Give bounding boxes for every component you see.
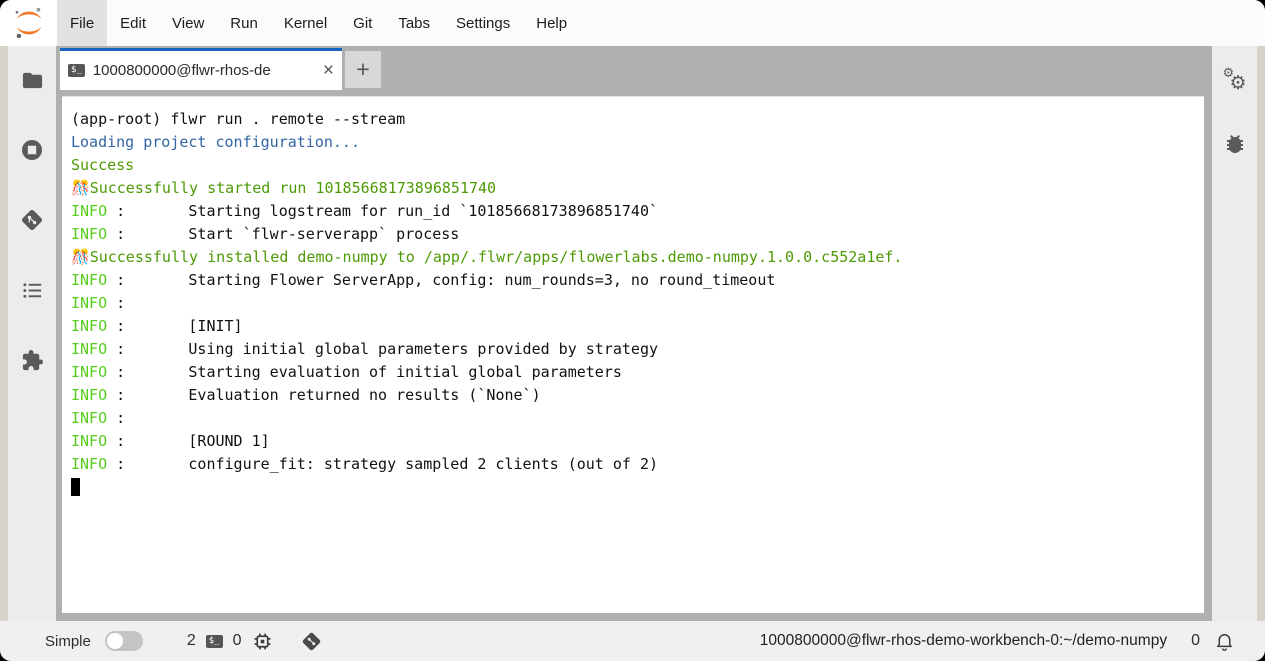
menu-item-run[interactable]: Run bbox=[217, 0, 271, 46]
menu-item-view[interactable]: View bbox=[159, 0, 217, 46]
jupyter-logo-icon bbox=[11, 4, 47, 42]
menu-item-settings[interactable]: Settings bbox=[443, 0, 523, 46]
sidebar-item-file-browser[interactable] bbox=[20, 68, 44, 92]
notifications-count: 0 bbox=[1191, 632, 1200, 650]
menu-bar-items: FileEditViewRunKernelGitTabsSettingsHelp bbox=[57, 0, 580, 46]
new-tab-button[interactable]: + bbox=[345, 51, 381, 88]
list-icon bbox=[21, 279, 44, 302]
terminal-line: Success bbox=[71, 154, 1195, 177]
tab-bar: $_ 1000800000@flwr-rhos-de × + bbox=[56, 46, 1212, 90]
git-icon bbox=[20, 208, 44, 232]
terminal-status-icon: $_ bbox=[206, 635, 223, 648]
plus-icon: + bbox=[356, 56, 369, 83]
terminal-line: INFO : Evaluation returned no results (`… bbox=[71, 384, 1195, 407]
menu-item-kernel[interactable]: Kernel bbox=[271, 0, 340, 46]
terminal-line: 🎊Successfully started run 10185668173896… bbox=[71, 177, 1195, 200]
window-right-edge bbox=[1257, 46, 1265, 621]
kernel-chip-icon bbox=[252, 631, 273, 652]
sessions-status[interactable]: 2 $_ 0 bbox=[187, 631, 273, 652]
menu-item-git[interactable]: Git bbox=[340, 0, 385, 46]
sidebar-item-debugger[interactable] bbox=[1223, 132, 1247, 156]
app-logo[interactable] bbox=[0, 0, 57, 46]
folder-icon bbox=[21, 69, 44, 92]
terminal-line: INFO : Starting Flower ServerApp, config… bbox=[71, 269, 1195, 292]
puzzle-icon bbox=[21, 349, 44, 372]
terminal-line: (app-root) flwr run . remote --stream bbox=[71, 108, 1195, 131]
sidebar-item-property-inspector[interactable]: ⚙⚙ bbox=[1223, 70, 1247, 94]
bell-icon bbox=[1214, 630, 1235, 652]
main-dock: $_ 1000800000@flwr-rhos-de × + (app-root… bbox=[56, 46, 1212, 621]
workspace: $_ 1000800000@flwr-rhos-de × + (app-root… bbox=[0, 46, 1265, 621]
terminal-line: INFO : configure_fit: strategy sampled 2… bbox=[71, 453, 1195, 476]
status-bar: Simple 2 $_ 0 1000800000@flwr-rhos-demo-… bbox=[0, 621, 1265, 661]
terminal-tab-title: 1000800000@flwr-rhos-de bbox=[93, 62, 315, 79]
notifications-button[interactable] bbox=[1214, 630, 1235, 652]
terminal-panel[interactable]: (app-root) flwr run . remote --streamLoa… bbox=[62, 96, 1204, 613]
sidebar-item-git[interactable] bbox=[20, 208, 44, 232]
right-sidebar: ⚙⚙ bbox=[1212, 46, 1257, 621]
terminal-line: INFO : bbox=[71, 292, 1195, 315]
gears-icon: ⚙⚙ bbox=[1223, 69, 1247, 95]
terminal-line: INFO : Starting logstream for run_id `10… bbox=[71, 200, 1195, 223]
menu-item-file[interactable]: File bbox=[57, 0, 107, 46]
menu-bar: FileEditViewRunKernelGitTabsSettingsHelp bbox=[0, 0, 1265, 46]
sidebar-item-extensions[interactable] bbox=[20, 348, 44, 372]
menu-item-help[interactable]: Help bbox=[523, 0, 580, 46]
stop-circle-icon bbox=[20, 138, 44, 162]
toggle-knob bbox=[107, 633, 123, 649]
sidebar-item-table-of-contents[interactable] bbox=[20, 278, 44, 302]
terminal-line: INFO : bbox=[71, 407, 1195, 430]
simple-mode-toggle[interactable] bbox=[105, 631, 143, 651]
terminal-line: INFO : Start `flwr-serverapp` process bbox=[71, 223, 1195, 246]
terminal-line bbox=[71, 476, 1195, 499]
jupyterlab-window: FileEditViewRunKernelGitTabsSettingsHelp bbox=[0, 0, 1265, 661]
git-status[interactable] bbox=[301, 631, 322, 652]
terminal-line: INFO : [ROUND 1] bbox=[71, 430, 1195, 453]
terminal-tab-icon: $_ bbox=[68, 64, 85, 77]
menu-item-tabs[interactable]: Tabs bbox=[385, 0, 443, 46]
bug-icon bbox=[1223, 132, 1247, 156]
git-status-icon bbox=[301, 631, 322, 652]
terminal-line: INFO : [INIT] bbox=[71, 315, 1195, 338]
terminal-tab[interactable]: $_ 1000800000@flwr-rhos-de × bbox=[60, 48, 342, 90]
terminal-output[interactable]: (app-root) flwr run . remote --streamLoa… bbox=[71, 108, 1195, 499]
terminal-cursor bbox=[71, 478, 80, 496]
window-left-edge bbox=[0, 46, 8, 621]
left-sidebar bbox=[8, 46, 56, 621]
terminal-line: INFO : Using initial global parameters p… bbox=[71, 338, 1195, 361]
terminal-line: INFO : Starting evaluation of initial gl… bbox=[71, 361, 1195, 384]
kernels-count: 0 bbox=[233, 632, 242, 650]
terminal-line: 🎊Successfully installed demo-numpy to /a… bbox=[71, 246, 1195, 269]
terminal-host-path: 1000800000@flwr-rhos-demo-workbench-0:~/… bbox=[760, 632, 1167, 650]
sidebar-item-running-sessions[interactable] bbox=[20, 138, 44, 162]
terminals-count: 2 bbox=[187, 632, 196, 650]
terminal-line: Loading project configuration... bbox=[71, 131, 1195, 154]
tab-close-icon[interactable]: × bbox=[323, 61, 334, 80]
simple-mode-label: Simple bbox=[45, 633, 91, 650]
menu-item-edit[interactable]: Edit bbox=[107, 0, 159, 46]
